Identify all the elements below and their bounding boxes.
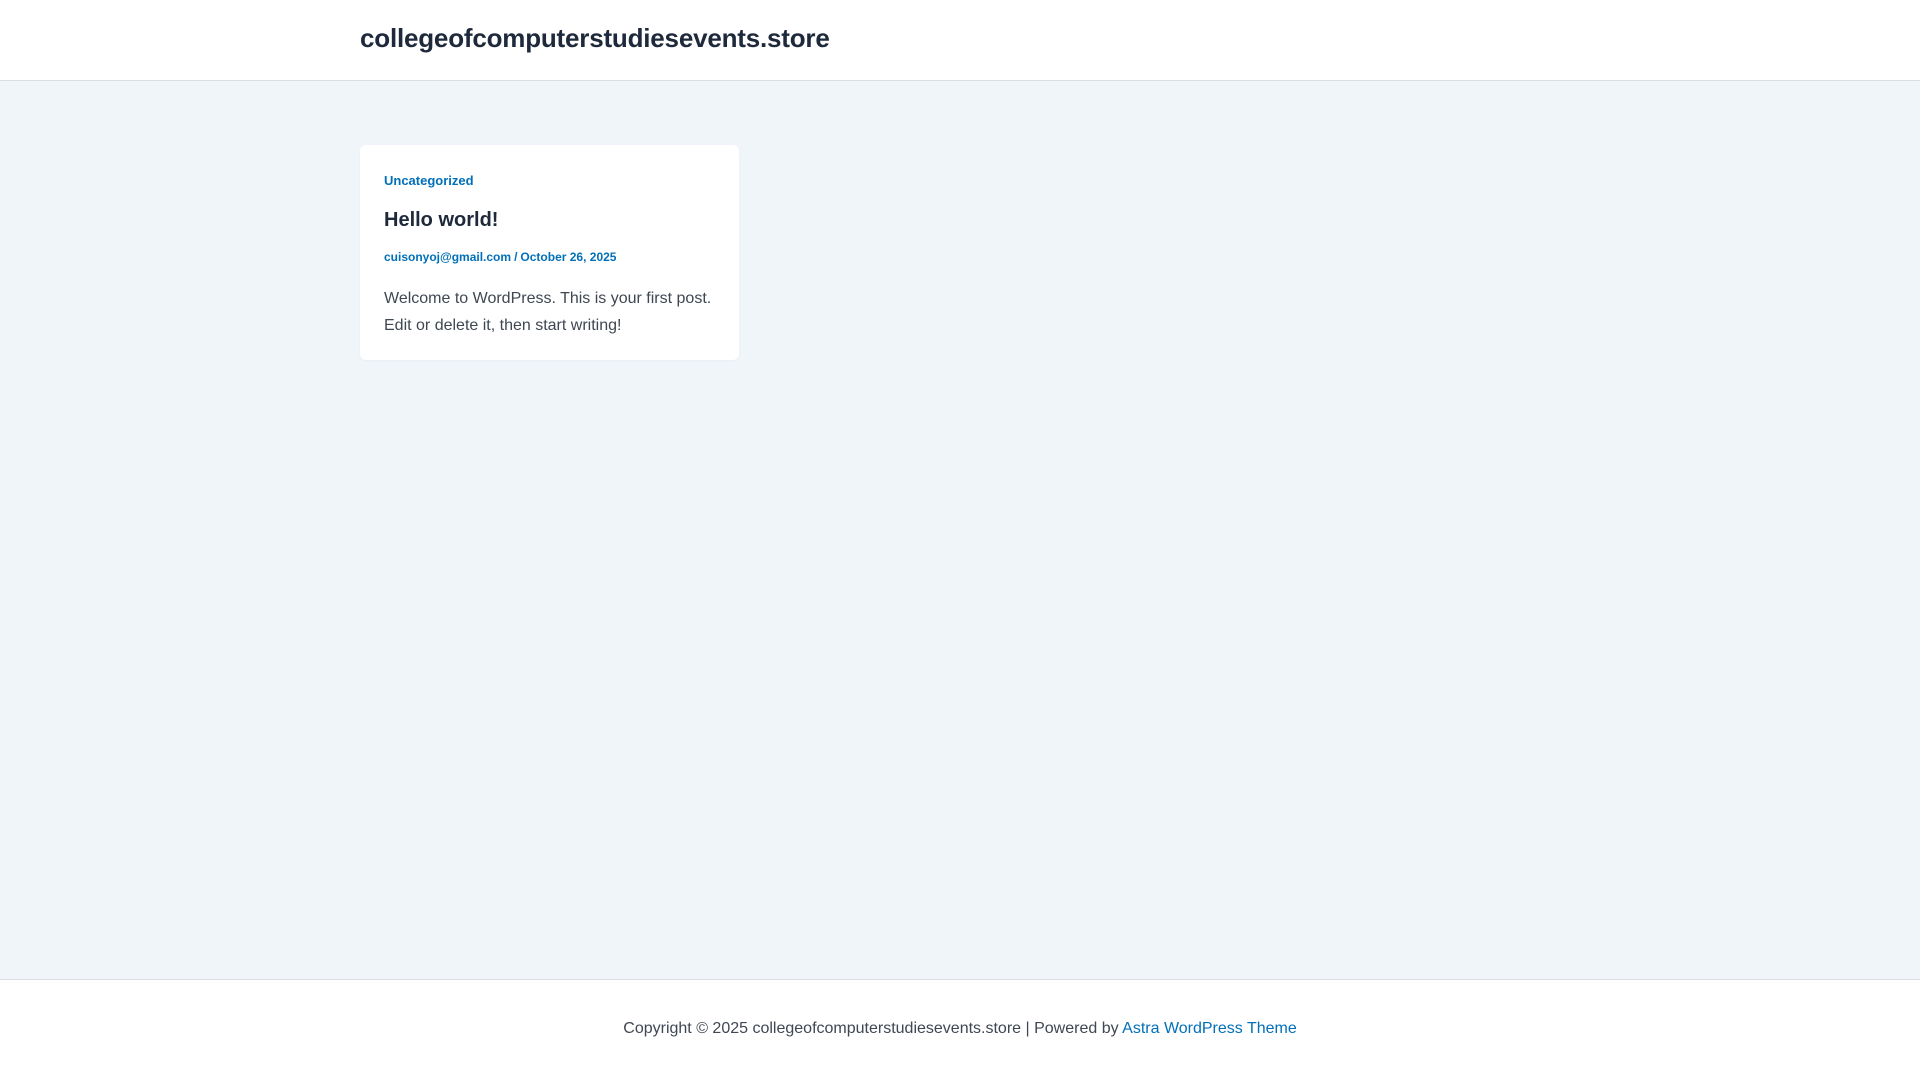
site-header: collegeofcomputerstudiesevents.store xyxy=(0,0,1920,81)
post-category-link[interactable]: Uncategorized xyxy=(384,173,474,188)
main-content: Uncategorized Hello world! cuisonyoj@gma… xyxy=(0,81,1920,979)
post-date-link[interactable]: October 26, 2025 xyxy=(520,250,616,264)
site-title-link[interactable]: collegeofcomputerstudiesevents.store xyxy=(360,23,830,54)
meta-separator: / xyxy=(514,250,518,264)
post-title-link[interactable]: Hello world! xyxy=(384,209,498,232)
post-excerpt: Welcome to WordPress. This is your first… xyxy=(384,290,712,334)
post-meta: cuisonyoj@gmail.com / October 26, 2025 xyxy=(384,250,616,264)
post-author-link[interactable]: cuisonyoj@gmail.com xyxy=(384,250,511,264)
theme-link[interactable]: Astra WordPress Theme xyxy=(1122,1020,1297,1037)
site-footer: Copyright © 2025 collegeofcomputerstudie… xyxy=(0,979,1920,1080)
post-card: Uncategorized Hello world! cuisonyoj@gma… xyxy=(360,145,739,360)
footer-copyright: Copyright © 2025 collegeofcomputerstudie… xyxy=(0,1020,1920,1038)
copyright-text: Copyright © 2025 collegeofcomputerstudie… xyxy=(623,1020,1123,1037)
